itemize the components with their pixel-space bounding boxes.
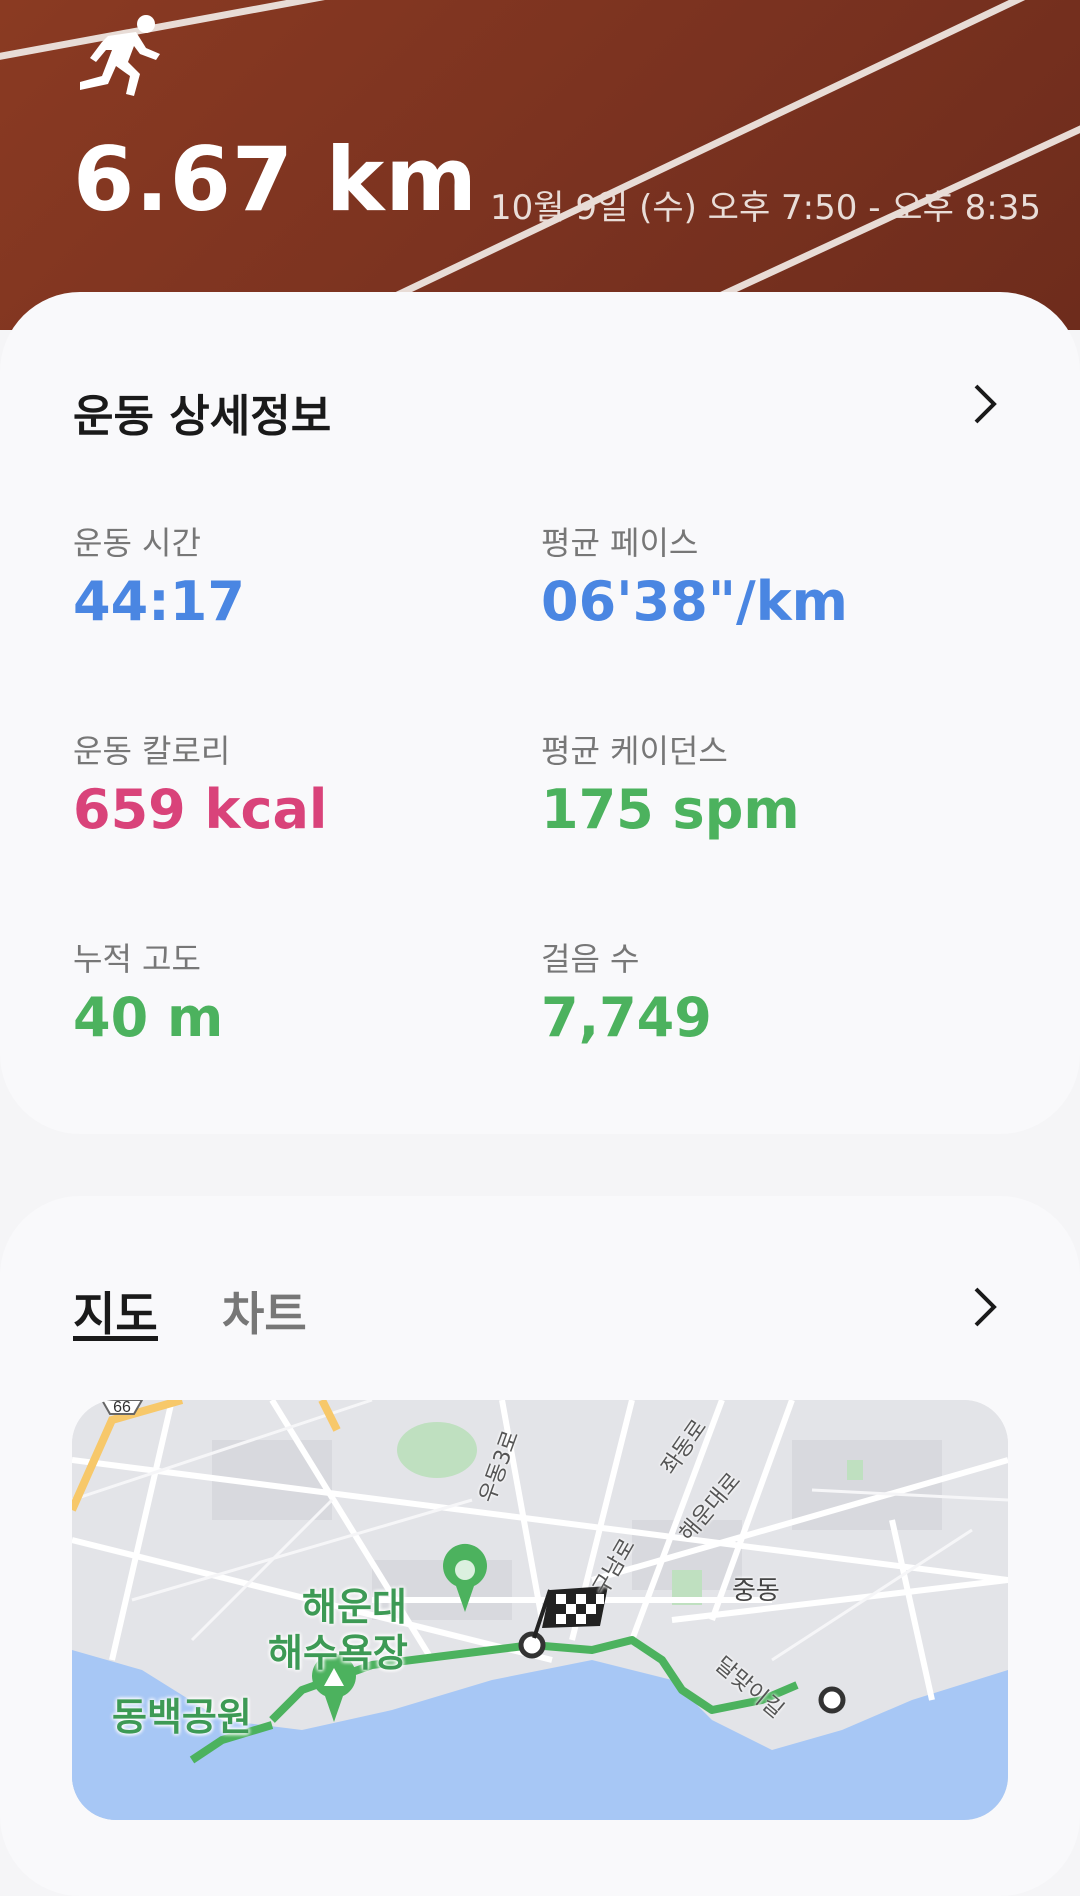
- road-badge-label: 66: [113, 1400, 131, 1416]
- stat-value-duration: 44:17: [73, 570, 245, 633]
- stat-label-pace: 평균 페이스: [541, 524, 699, 562]
- tab-chart[interactable]: 차트: [222, 1278, 307, 1344]
- workout-date-range: 10월 9일 (수) 오후 7:50 - 오후 8:35: [490, 188, 1042, 228]
- tab-map[interactable]: 지도: [73, 1278, 158, 1344]
- map-graphic: 66: [72, 1400, 1008, 1820]
- route-map[interactable]: 66 해운대 해수욕장 동백공원 중동 우동3로 좌동로 해운대로 구남로 달맞…: [72, 1400, 1008, 1820]
- map-label-beach-line2: 해수욕장: [268, 1631, 408, 1675]
- stat-value-pace: 06'38"/km: [541, 570, 848, 633]
- stat-value-elevation: 40 m: [73, 986, 224, 1049]
- stat-value-cadence: 175 spm: [541, 778, 800, 841]
- running-person-icon: [78, 14, 174, 98]
- total-distance: 6.67 km: [73, 128, 478, 231]
- stat-label-cadence: 평균 케이던스: [541, 732, 728, 770]
- active-tab-indicator: [73, 1336, 158, 1341]
- activity-header: 6.67 km 10월 9일 (수) 오후 7:50 - 오후 8:35: [0, 0, 1080, 330]
- stat-label-duration: 운동 시간: [73, 524, 201, 562]
- map-label-district: 중동: [732, 1576, 780, 1606]
- details-chevron-right-icon[interactable]: [970, 382, 1000, 426]
- stat-label-calories: 운동 칼로리: [73, 732, 231, 770]
- workout-details-title: 운동 상세정보: [73, 391, 332, 442]
- stat-value-calories: 659 kcal: [73, 778, 328, 841]
- map-chevron-right-icon[interactable]: [970, 1285, 1000, 1329]
- map-label-park: 동백공원: [112, 1695, 252, 1739]
- stat-label-steps: 걸음 수: [541, 940, 640, 978]
- stat-value-steps: 7,749: [541, 986, 712, 1049]
- stat-label-elevation: 누적 고도: [73, 940, 201, 978]
